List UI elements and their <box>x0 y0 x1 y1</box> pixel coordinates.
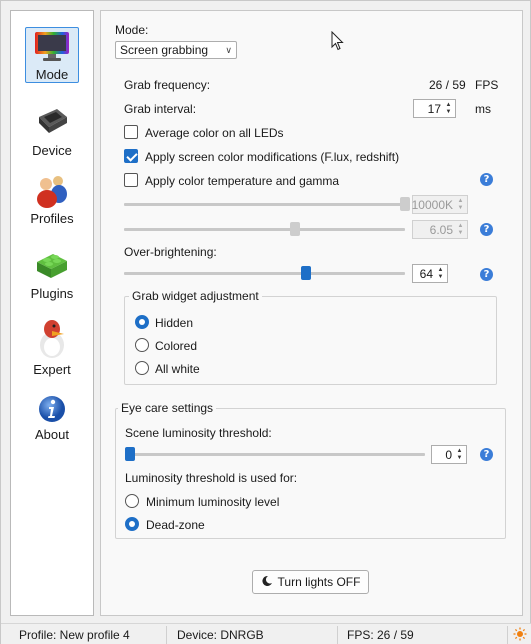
over-brightening-slider-track <box>124 272 405 275</box>
mode-select[interactable]: Screen grabbing ∨ <box>115 41 237 59</box>
mode-panel: Mode: Screen grabbing ∨ Grab frequency: … <box>100 10 523 616</box>
help-icon[interactable]: ? <box>480 448 493 461</box>
turn-lights-off-label: Turn lights OFF <box>277 575 361 589</box>
sun-icon[interactable] <box>513 627 527 644</box>
gamma-slider-handle[interactable] <box>289 222 300 236</box>
eye-care-group: Eye care settings Scene luminosity thres… <box>115 401 506 539</box>
status-fps: FPS: 26 / 59 <box>347 628 414 642</box>
color-temperature-label: Apply color temperature and gamma <box>145 174 340 188</box>
spin-arrows-icon[interactable]: ▲ ▼ <box>455 196 466 213</box>
gamma-value: 6.05 <box>429 222 453 237</box>
eye-care-title: Eye care settings <box>118 401 217 415</box>
sidebar-item-label: Mode <box>35 67 69 82</box>
turn-lights-off-button[interactable]: Turn lights OFF <box>252 570 369 594</box>
sidebar-item-about[interactable]: About <box>25 393 79 442</box>
app-window: Mode Device Profiles Plugins Expert Abou… <box>0 0 531 644</box>
grab-widget-group: Grab widget adjustment Hidden Colored Al… <box>124 289 497 385</box>
sidebar-item-device[interactable]: Device <box>25 103 79 158</box>
lego-brick-icon <box>33 246 71 284</box>
apply-modifications-label: Apply screen color modifications (F.lux,… <box>145 150 400 164</box>
grab-interval-label: Grab interval: <box>124 102 197 116</box>
luminosity-threshold-value: 0 <box>445 447 452 462</box>
help-icon[interactable]: ? <box>480 223 493 236</box>
grab-frequency-label: Grab frequency: <box>124 78 211 92</box>
sidebar-item-mode[interactable]: Mode <box>25 27 79 83</box>
grab-interval-spinbox[interactable]: 17 ▲ ▼ <box>413 99 456 118</box>
sidebar-item-plugins[interactable]: Plugins <box>25 246 79 301</box>
status-separator <box>507 626 508 644</box>
over-brightening-slider-handle[interactable] <box>300 266 311 280</box>
grab-widget-colored-radio[interactable] <box>135 338 149 352</box>
spin-arrows-icon[interactable]: ▲ ▼ <box>454 446 465 463</box>
sidebar: Mode Device Profiles Plugins Expert Abou… <box>10 10 94 616</box>
grab-widget-colored-label: Colored <box>155 339 198 353</box>
luminosity-threshold-slider-track <box>125 453 425 456</box>
people-icon <box>33 171 71 209</box>
grab-widget-all-white-radio[interactable] <box>135 361 149 375</box>
color-temperature-value: 10000K <box>411 197 453 212</box>
grab-interval-value: 17 <box>427 101 441 116</box>
sidebar-item-label: Profiles <box>30 211 74 226</box>
mode-label: Mode: <box>115 23 149 37</box>
chip-icon <box>33 103 71 141</box>
over-brightening-label: Over-brightening: <box>124 245 217 259</box>
luminosity-threshold-label: Scene luminosity threshold: <box>125 426 272 440</box>
gamma-slider-track <box>124 228 405 231</box>
monitor-icon <box>33 28 71 65</box>
threshold-usage-label: Luminosity threshold is used for: <box>125 471 298 485</box>
spin-arrows-icon[interactable]: ▲ ▼ <box>443 100 454 117</box>
penguin-icon <box>33 316 71 360</box>
moon-icon <box>261 575 273 590</box>
average-color-label: Average color on all LEDs <box>145 126 284 140</box>
chevron-down-icon: ∨ <box>225 44 232 55</box>
sidebar-item-label: Expert <box>33 362 71 377</box>
average-color-checkbox[interactable] <box>124 125 138 139</box>
status-profile: Profile: New profile 4 <box>19 628 130 642</box>
apply-modifications-checkbox[interactable] <box>124 149 138 163</box>
color-temperature-slider-handle[interactable] <box>400 197 410 211</box>
luminosity-threshold-slider-handle[interactable] <box>125 447 135 461</box>
spin-arrows-icon[interactable]: ▲ ▼ <box>455 221 466 238</box>
grab-widget-hidden-radio[interactable] <box>135 315 149 329</box>
status-bar: Profile: New profile 4 Device: DNRGB FPS… <box>1 623 531 644</box>
over-brightening-spinbox[interactable]: 64 ▲ ▼ <box>412 264 448 283</box>
minimum-luminosity-label: Minimum luminosity level <box>146 495 280 509</box>
info-icon <box>33 393 71 425</box>
luminosity-threshold-spinbox[interactable]: 0 ▲ ▼ <box>431 445 467 464</box>
grab-frequency-unit: FPS <box>475 78 499 92</box>
spin-arrows-icon[interactable]: ▲ ▼ <box>435 265 446 282</box>
minimum-luminosity-radio[interactable] <box>125 494 139 508</box>
grab-interval-unit: ms <box>475 102 491 116</box>
sidebar-item-label: Plugins <box>30 286 74 301</box>
sidebar-item-label: Device <box>32 143 72 158</box>
grab-frequency-value: 26 / 59 <box>429 78 466 92</box>
mode-select-value: Screen grabbing <box>120 43 209 57</box>
gamma-spinbox[interactable]: 6.05 ▲ ▼ <box>412 220 468 239</box>
status-device: Device: DNRGB <box>177 628 264 642</box>
mouse-cursor-icon <box>331 30 345 54</box>
grab-widget-title: Grab widget adjustment <box>129 289 262 303</box>
dead-zone-label: Dead-zone <box>146 518 205 532</box>
color-temperature-checkbox[interactable] <box>124 173 138 187</box>
status-separator <box>337 626 338 644</box>
sidebar-item-expert[interactable]: Expert <box>25 316 79 377</box>
dead-zone-radio[interactable] <box>125 517 139 531</box>
help-icon[interactable]: ? <box>480 268 493 281</box>
color-temperature-slider-track <box>124 203 405 206</box>
color-temperature-spinbox[interactable]: 10000K ▲ ▼ <box>412 195 468 214</box>
help-icon[interactable]: ? <box>480 173 493 186</box>
sidebar-item-profiles[interactable]: Profiles <box>25 171 79 226</box>
over-brightening-value: 64 <box>419 266 433 281</box>
status-separator <box>166 626 167 644</box>
grab-widget-all-white-label: All white <box>155 362 200 376</box>
sidebar-item-label: About <box>35 427 69 442</box>
grab-widget-hidden-label: Hidden <box>155 316 194 330</box>
